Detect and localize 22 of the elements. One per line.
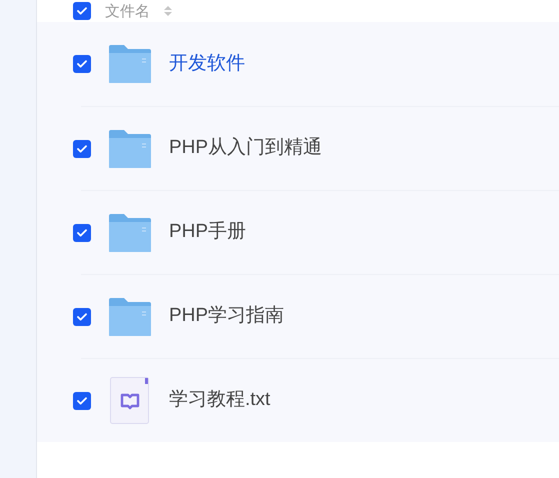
checkbox[interactable]: [73, 308, 91, 326]
checkbox[interactable]: [73, 140, 91, 158]
book-file-icon: [110, 376, 150, 424]
folder-icon: [108, 44, 152, 84]
folder-icon: [108, 296, 152, 336]
checkbox[interactable]: [73, 392, 91, 410]
check-icon: [77, 7, 87, 15]
checkbox[interactable]: [73, 2, 91, 20]
folder-icon: [108, 128, 152, 168]
file-name[interactable]: PHP手册: [169, 218, 246, 247]
check-icon: [77, 396, 87, 404]
folder-icon: [108, 212, 152, 252]
check-icon: [77, 312, 87, 320]
checkbox[interactable]: [73, 55, 91, 73]
check-icon: [77, 144, 87, 152]
file-name[interactable]: PHP学习指南: [169, 302, 284, 331]
check-icon: [77, 228, 87, 236]
checkbox[interactable]: [73, 224, 91, 242]
file-name[interactable]: 学习教程.txt: [169, 386, 270, 415]
check-icon: [77, 60, 87, 68]
file-name[interactable]: 开发软件: [169, 50, 245, 78]
file-name[interactable]: PHP从入门到精通: [169, 134, 322, 163]
